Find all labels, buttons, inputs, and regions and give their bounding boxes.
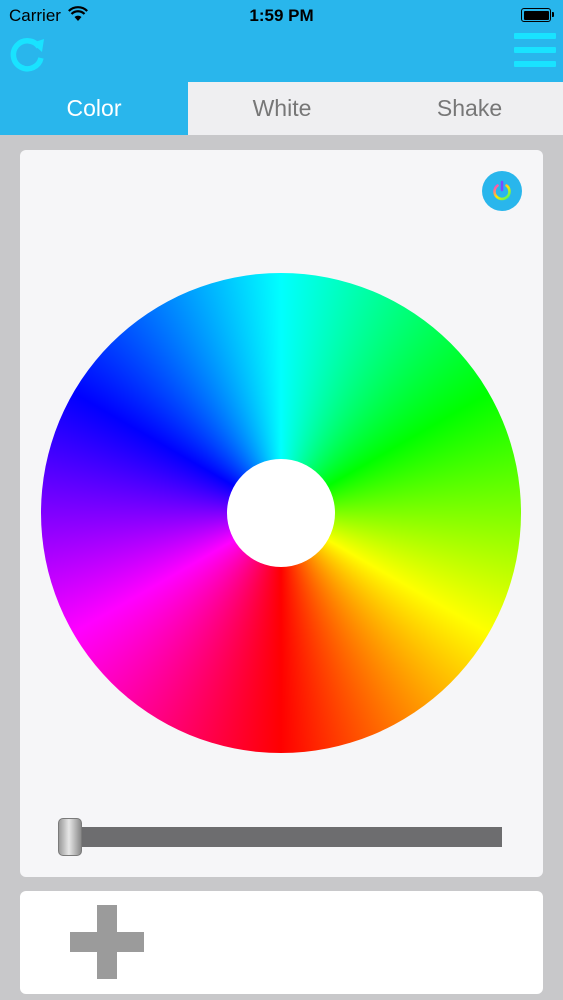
top-bar: Carrier 1:59 PM <box>0 0 563 82</box>
hamburger-menu-icon[interactable] <box>514 33 556 77</box>
brightness-slider-track[interactable] <box>60 827 502 847</box>
battery-fill <box>523 10 549 20</box>
power-icon <box>493 180 511 201</box>
brightness-slider-thumb[interactable] <box>58 818 82 856</box>
status-bar: Carrier 1:59 PM <box>0 0 563 30</box>
color-panel <box>20 150 543 877</box>
tab-shake[interactable]: Shake <box>376 82 563 135</box>
mode-tabs: Color White Shake <box>0 82 563 135</box>
plus-icon[interactable] <box>70 905 144 979</box>
refresh-icon[interactable] <box>6 34 48 76</box>
battery-icon <box>521 8 554 22</box>
power-button[interactable] <box>482 171 522 211</box>
color-wheel[interactable] <box>41 273 521 753</box>
clock: 1:59 PM <box>249 6 314 25</box>
color-wheel-center <box>227 459 335 567</box>
add-panel <box>20 891 543 994</box>
tab-white[interactable]: White <box>188 82 376 135</box>
tab-color[interactable]: Color <box>0 82 188 135</box>
